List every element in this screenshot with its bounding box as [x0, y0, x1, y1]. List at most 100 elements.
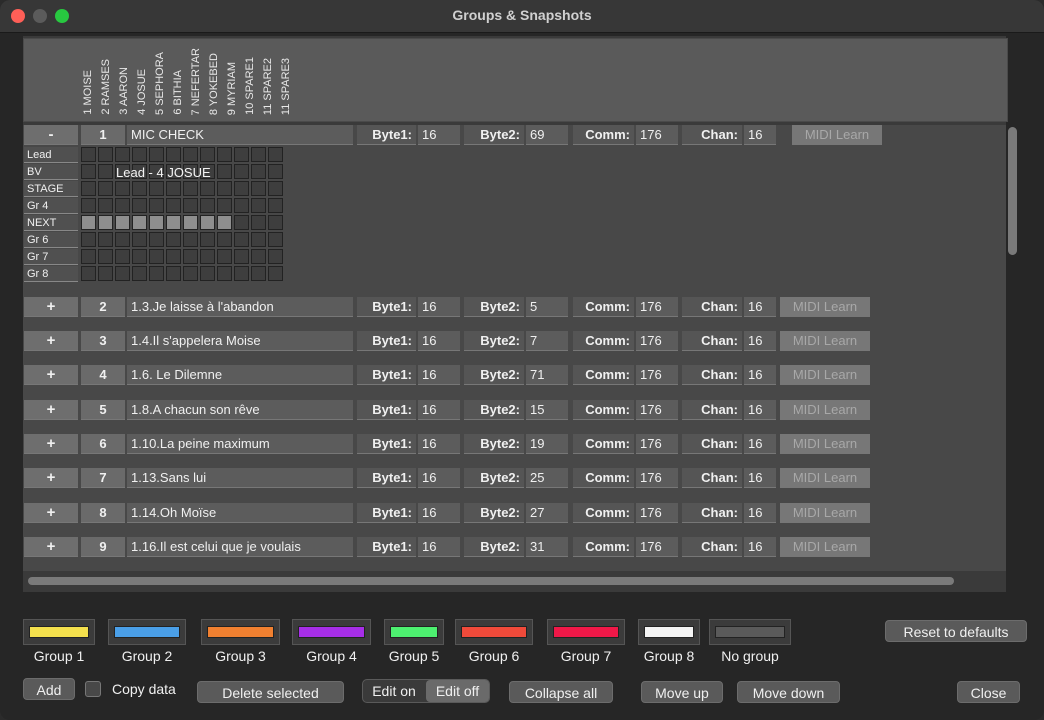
grid-cell[interactable] — [268, 147, 283, 162]
chan-field[interactable]: 16 — [744, 125, 776, 145]
expand-row-button[interactable]: + — [24, 468, 78, 488]
add-button[interactable]: Add — [23, 678, 75, 700]
group-color-swatch[interactable] — [201, 619, 280, 645]
grid-cell[interactable] — [268, 215, 283, 230]
chan-field[interactable]: 16 — [744, 503, 776, 523]
snapshot-row[interactable]: +2 1.3.Je laisse à l'abandon Byte1: 16 Byte2… — [23, 297, 1006, 319]
byte2-field[interactable]: 19 — [526, 434, 568, 454]
group-color-swatch[interactable] — [23, 619, 95, 645]
grid-cell[interactable] — [217, 198, 232, 213]
grid-cell[interactable] — [166, 249, 181, 264]
byte1-field[interactable]: 16 — [418, 400, 460, 420]
grid-cell[interactable] — [251, 147, 266, 162]
chan-field[interactable]: 16 — [744, 434, 776, 454]
grid-cell[interactable] — [81, 249, 96, 264]
midi-learn-button[interactable]: MIDI Learn — [780, 331, 870, 351]
expand-row-button[interactable]: + — [24, 503, 78, 523]
byte1-field[interactable]: 16 — [418, 365, 460, 385]
snapshot-row[interactable]: +7 1.13.Sans lui Byte1: 16 Byte2: 25 Comm: 176 C… — [23, 468, 1006, 490]
grid-cell[interactable] — [132, 249, 147, 264]
collapse-all-button[interactable]: Collapse all — [509, 681, 613, 703]
grid-cell[interactable] — [115, 249, 130, 264]
snapshot-row[interactable]: +8 1.14.Oh Moïse Byte1: 16 Byte2: 27 Comm: 176 C… — [23, 503, 1006, 525]
grid-cell[interactable] — [217, 232, 232, 247]
grid-cell[interactable] — [132, 147, 147, 162]
grid-cell[interactable] — [251, 266, 266, 281]
group-color-swatch[interactable] — [455, 619, 533, 645]
grid-cell[interactable] — [234, 249, 249, 264]
snapshot-row[interactable]: -1 MIC CHECK Byte1: 16 Byte2: 69 Comm: 176 Chan:… — [23, 125, 1006, 147]
snapshot-name-field[interactable]: 1.6. Le Dilemne — [127, 365, 353, 385]
edit-on-segment[interactable]: Edit on — [363, 680, 425, 702]
grid-cell[interactable] — [217, 266, 232, 281]
grid-cell[interactable] — [217, 249, 232, 264]
expand-row-button[interactable]: + — [24, 365, 78, 385]
grid-cell[interactable] — [234, 198, 249, 213]
horizontal-scrollbar[interactable] — [28, 577, 954, 585]
move-up-button[interactable]: Move up — [641, 681, 723, 703]
grid-cell[interactable] — [268, 181, 283, 196]
grid-cell[interactable] — [81, 266, 96, 281]
grid-cell[interactable] — [149, 266, 164, 281]
grid-cell[interactable] — [217, 147, 232, 162]
grid-cell[interactable] — [132, 266, 147, 281]
grid-cell[interactable] — [268, 266, 283, 281]
byte2-field[interactable]: 27 — [526, 503, 568, 523]
grid-cell[interactable] — [234, 266, 249, 281]
grid-cell[interactable] — [115, 147, 130, 162]
midi-learn-button[interactable]: MIDI Learn — [780, 297, 870, 317]
expand-row-button[interactable]: + — [24, 331, 78, 351]
grid-cell[interactable] — [183, 198, 198, 213]
byte1-field[interactable]: 16 — [418, 503, 460, 523]
grid-cell[interactable] — [200, 198, 215, 213]
grid-cell[interactable] — [98, 266, 113, 281]
grid-cell[interactable] — [268, 232, 283, 247]
grid-cell[interactable] — [251, 249, 266, 264]
byte1-field[interactable]: 16 — [418, 331, 460, 351]
comm-field[interactable]: 176 — [636, 434, 678, 454]
chan-field[interactable]: 16 — [744, 400, 776, 420]
reset-defaults-button[interactable]: Reset to defaults — [885, 620, 1027, 642]
grid-cell[interactable] — [132, 232, 147, 247]
comm-field[interactable]: 176 — [636, 125, 678, 145]
midi-learn-button[interactable]: MIDI Learn — [792, 125, 882, 145]
comm-field[interactable]: 176 — [636, 537, 678, 557]
byte2-field[interactable]: 7 — [526, 331, 568, 351]
grid-cell[interactable] — [81, 198, 96, 213]
midi-learn-button[interactable]: MIDI Learn — [780, 365, 870, 385]
grid-cell[interactable] — [183, 147, 198, 162]
grid-cell[interactable] — [132, 181, 147, 196]
grid-cell[interactable] — [268, 249, 283, 264]
grid-cell[interactable] — [81, 164, 96, 179]
copy-data-checkbox[interactable] — [85, 681, 101, 697]
grid-cell[interactable] — [166, 147, 181, 162]
midi-learn-button[interactable]: MIDI Learn — [780, 503, 870, 523]
delete-selected-button[interactable]: Delete selected — [197, 681, 344, 703]
grid-cell[interactable] — [234, 164, 249, 179]
comm-field[interactable]: 176 — [636, 365, 678, 385]
chan-field[interactable]: 16 — [744, 297, 776, 317]
grid-cell[interactable] — [98, 164, 113, 179]
comm-field[interactable]: 176 — [636, 331, 678, 351]
grid-cell[interactable] — [81, 147, 96, 162]
snapshot-name-field[interactable]: 1.3.Je laisse à l'abandon — [127, 297, 353, 317]
grid-cell[interactable] — [81, 232, 96, 247]
snapshot-name-field[interactable]: 1.4.Il s'appelera Moise — [127, 331, 353, 351]
snapshot-name-field[interactable]: 1.16.Il est celui que je voulais — [127, 537, 353, 557]
snapshot-name-field[interactable]: MIC CHECK — [127, 125, 353, 145]
grid-cell[interactable] — [217, 164, 232, 179]
grid-cell[interactable] — [149, 181, 164, 196]
collapse-row-button[interactable]: - — [24, 125, 78, 145]
snapshot-name-field[interactable]: 1.14.Oh Moïse — [127, 503, 353, 523]
comm-field[interactable]: 176 — [636, 468, 678, 488]
grid-cell[interactable] — [234, 147, 249, 162]
byte1-field[interactable]: 16 — [418, 468, 460, 488]
grid-cell[interactable] — [98, 181, 113, 196]
grid-cell[interactable] — [166, 181, 181, 196]
close-button[interactable]: Close — [957, 681, 1020, 703]
grid-cell[interactable] — [132, 215, 147, 230]
expand-row-button[interactable]: + — [24, 400, 78, 420]
byte2-field[interactable]: 15 — [526, 400, 568, 420]
expand-row-button[interactable]: + — [24, 537, 78, 557]
grid-cell[interactable] — [115, 232, 130, 247]
